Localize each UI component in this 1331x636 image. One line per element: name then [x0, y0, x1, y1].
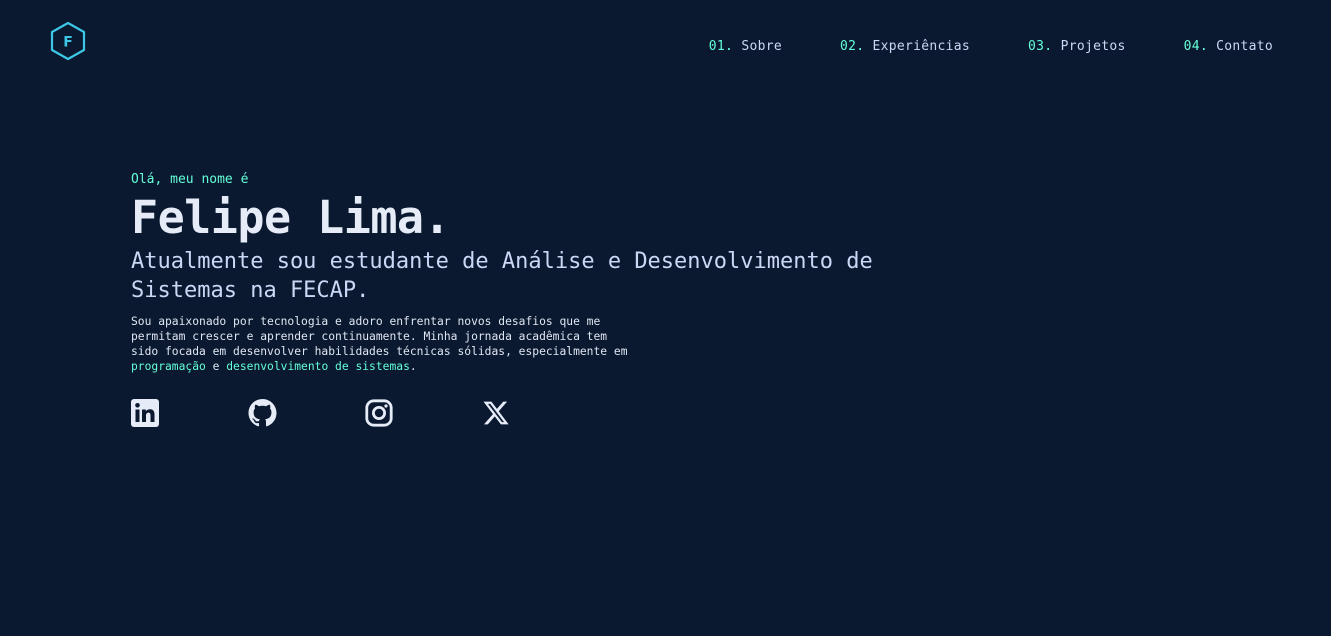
nav-item-sobre[interactable]: 01. Sobre — [709, 39, 782, 54]
nav-number: 02. — [839, 39, 865, 54]
github-link[interactable] — [248, 399, 277, 427]
nav-number: 01. — [708, 39, 734, 54]
x-twitter-link[interactable] — [482, 399, 510, 427]
nav-number: 04. — [1183, 39, 1208, 54]
nav-number: 03. — [1028, 39, 1053, 54]
hero-tagline: Atualmente sou estudante de Análise e De… — [131, 249, 873, 303]
nav-item-projetos[interactable]: 03. Projetos — [1028, 39, 1126, 54]
nav-label: Contato — [1216, 39, 1273, 54]
nav-item-contato[interactable]: 04. Contato — [1184, 39, 1273, 54]
x-twitter-icon — [483, 401, 509, 425]
bio-highlight-desenvolvimento: desenvolvimento de sistemas — [226, 360, 410, 373]
hero-section: Olá, meu nome é Felipe Lima. Atualmente … — [131, 171, 951, 374]
bio-text: . — [409, 360, 417, 373]
hexagon-logo-icon: F — [50, 21, 86, 61]
linkedin-link[interactable] — [131, 399, 159, 427]
hero-bio: Sou apaixonado por tecnologia e adoro en… — [131, 314, 636, 374]
social-links — [131, 399, 599, 427]
linkedin-icon — [131, 399, 159, 427]
bio-text: e — [205, 360, 227, 373]
nav-label: Experiências — [872, 39, 971, 54]
instagram-link[interactable] — [365, 399, 393, 427]
bio-text: Sou apaixonado por tecnologia e adoro en… — [131, 315, 628, 358]
hero-greeting: Olá, meu nome é — [131, 172, 249, 187]
main-nav: 01. Sobre 02. Experiências 03. Projetos … — [651, 39, 1273, 54]
logo-link[interactable]: F — [50, 21, 86, 61]
github-icon — [248, 399, 277, 427]
instagram-icon — [365, 399, 393, 427]
nav-label: Projetos — [1060, 39, 1126, 54]
nav-item-experiencias[interactable]: 02. Experiências — [840, 39, 970, 54]
nav-label: Sobre — [741, 39, 782, 54]
hero-name: Felipe Lima. — [131, 191, 451, 244]
logo-letter: F — [63, 35, 73, 51]
bio-highlight-programacao: programação — [131, 360, 206, 373]
